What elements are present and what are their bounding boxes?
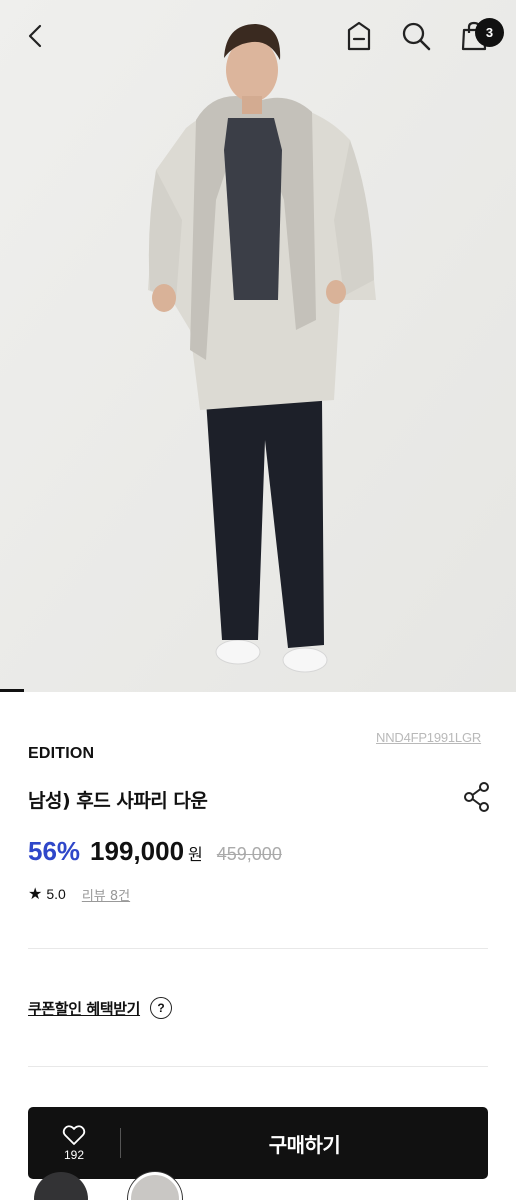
product-title: 남성) 후드 사파리 다운 xyxy=(28,790,208,812)
menu-box-icon xyxy=(347,21,371,51)
share-icon xyxy=(464,782,489,812)
wishlist-button[interactable]: 192 xyxy=(28,1107,120,1179)
review-count-link[interactable]: 리뷰 8건 xyxy=(82,885,130,904)
divider xyxy=(28,1066,488,1067)
menu-button[interactable] xyxy=(339,16,379,56)
coupon-benefit-link[interactable]: 쿠폰할인 혜택받기 xyxy=(28,998,140,1019)
purchase-bar: 192 구매하기 xyxy=(28,1107,488,1179)
star-icon: ★ xyxy=(28,884,43,903)
product-sku[interactable]: NND4FP1991LGR xyxy=(376,730,481,745)
buy-button[interactable]: 구매하기 xyxy=(121,1107,488,1179)
model-photo xyxy=(0,0,516,692)
brand-name[interactable]: EDITION xyxy=(28,745,94,763)
rating-value: 5.0 xyxy=(46,886,66,902)
rating-row: ★ 5.0 리뷰 8건 xyxy=(28,883,130,905)
coupon-help-button[interactable]: ? xyxy=(150,997,173,1019)
image-pager-indicator xyxy=(0,689,24,692)
chevron-left-icon xyxy=(28,24,42,48)
original-price: 459,000 xyxy=(216,844,282,864)
price-row: 56% 199,000 원 459,000 xyxy=(28,836,282,870)
share-button[interactable] xyxy=(460,780,494,814)
divider xyxy=(28,948,488,949)
heart-icon xyxy=(62,1125,86,1145)
search-button[interactable] xyxy=(396,16,436,56)
search-icon xyxy=(402,22,431,51)
wishlist-count: 192 xyxy=(63,1148,85,1162)
back-button[interactable] xyxy=(16,16,56,56)
product-image[interactable]: 3 xyxy=(0,0,516,692)
cart-count-badge: 3 xyxy=(475,18,504,47)
currency-unit: 원 xyxy=(188,845,203,864)
coupon-row: 쿠폰할인 혜택받기 ? xyxy=(28,996,173,1020)
sale-price: 199,000 xyxy=(90,836,185,866)
top-navigation: 3 xyxy=(0,0,516,80)
discount-rate: 56% xyxy=(28,836,81,866)
